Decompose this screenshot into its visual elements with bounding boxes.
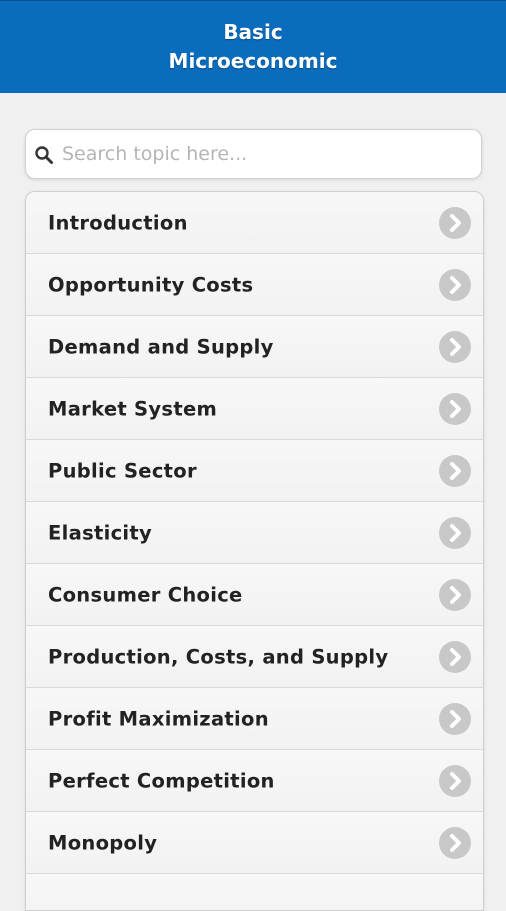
list-item[interactable]: Profit Maximization (26, 688, 483, 750)
chevron-right-icon (439, 578, 471, 611)
list-item[interactable] (26, 874, 483, 910)
list-item[interactable]: Market System (26, 378, 483, 440)
list-item-label: Production, Costs, and Supply (48, 645, 389, 668)
list-item-label: Monopoly (48, 831, 158, 854)
list-item[interactable]: Public Sector (26, 440, 483, 502)
list-item-label: Elasticity (48, 521, 153, 544)
chevron-right-icon (439, 702, 471, 735)
list-item-label: Public Sector (48, 459, 197, 482)
list-item[interactable]: Monopoly (26, 812, 483, 874)
search-box[interactable] (25, 129, 482, 179)
chevron-right-icon (439, 206, 471, 239)
list-item-label: Opportunity Costs (48, 273, 254, 296)
chevron-right-icon (439, 268, 471, 301)
list-item[interactable]: Demand and Supply (26, 316, 483, 378)
list-item[interactable]: Production, Costs, and Supply (26, 626, 483, 688)
chevron-right-icon (439, 764, 471, 797)
list-item[interactable]: Perfect Competition (26, 750, 483, 812)
list-item[interactable]: Opportunity Costs (26, 254, 483, 316)
app-title-line-2: Microeconomic (168, 49, 338, 73)
list-item[interactable]: Elasticity (26, 502, 483, 564)
chevron-right-icon (439, 516, 471, 549)
list-item-label: Profit Maximization (48, 707, 269, 730)
list-item[interactable]: Consumer Choice (26, 564, 483, 626)
app-header: Basic Microeconomic (0, 0, 506, 93)
chevron-right-icon (439, 640, 471, 673)
app-title-line-1: Basic (223, 20, 283, 44)
chevron-right-icon (439, 330, 471, 363)
chevron-right-icon (439, 826, 471, 859)
list-item-label: Consumer Choice (48, 583, 243, 606)
search-input[interactable] (62, 138, 472, 170)
topic-list: Introduction Opportunity Costs Demand an… (25, 191, 484, 911)
list-item-label: Perfect Competition (48, 769, 275, 792)
list-item-label: Demand and Supply (48, 335, 274, 358)
chevron-right-icon (439, 392, 471, 425)
list-item-label: Market System (48, 397, 218, 420)
chevron-right-icon (439, 454, 471, 487)
search-icon (34, 145, 54, 165)
list-item-label: Introduction (48, 211, 188, 234)
list-item[interactable]: Introduction (26, 192, 483, 254)
